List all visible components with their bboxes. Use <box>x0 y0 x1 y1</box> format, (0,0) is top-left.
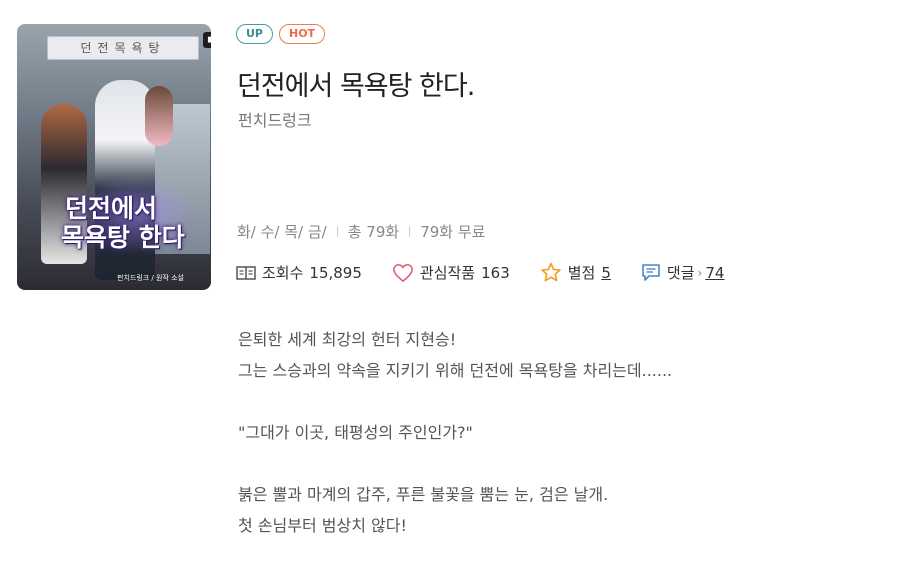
comments-count[interactable]: 74 <box>705 264 724 282</box>
schedule: 화/ 수/ 목/ 금/ <box>237 223 327 241</box>
comments-label: 댓글 <box>666 264 695 282</box>
stats-row: 조회수 15,895 관심작품 163 별점 5 댓글 › 74 <box>236 262 754 283</box>
views-label: 조회수 <box>262 264 304 282</box>
synopsis-line: 그는 스승과의 약속을 지키기 위해 던전에 목욕탕을 차리는데...... <box>238 361 673 380</box>
cover-title: 던전에서 목욕탕 한다 <box>61 194 211 252</box>
cover-sign: 던전목욕탕 <box>47 36 199 60</box>
synopsis-line: "그대가 이곳, 태평성의 주인인가?" <box>238 423 473 442</box>
favorites-label: 관심작품 <box>419 264 476 282</box>
cover-corner-icon: ◼ <box>203 32 211 48</box>
cover-image[interactable]: 던전목욕탕 ◼ 던전에서 목욕탕 한다 펀치드링크 / 원작 소설 <box>17 24 211 290</box>
synopsis-line <box>238 448 878 479</box>
author-link[interactable]: 펀치드렁크 <box>238 107 312 131</box>
synopsis: 은퇴한 세계 최강의 헌터 지현승! 그는 스승과의 약속을 지키기 위해 던전… <box>238 324 878 541</box>
total-episodes: 총 79화 <box>347 223 400 241</box>
favorites-count: 163 <box>481 263 510 282</box>
hot-badge: HOT <box>279 24 326 44</box>
comments-button[interactable]: 댓글 › 74 <box>641 262 724 283</box>
badge-row: UP HOT <box>236 24 326 44</box>
cover-title-line2: 목욕탕 한다 <box>61 223 185 252</box>
novel-detail: 던전목욕탕 ◼ 던전에서 목욕탕 한다 펀치드링크 / 원작 소설 UP HOT… <box>0 0 910 567</box>
star-icon <box>540 262 561 282</box>
rating-button[interactable]: 별점 5 <box>540 262 611 283</box>
cover-title-line1: 던전에서 <box>65 194 158 223</box>
views-count: 15,895 <box>309 263 362 282</box>
chevron-right-icon: › <box>697 265 703 280</box>
heart-icon <box>392 263 413 282</box>
cover-figure-child <box>145 86 173 146</box>
synopsis-line: 은퇴한 세계 최강의 헌터 지현승! <box>238 330 457 349</box>
synopsis-line: 붉은 뿔과 마계의 갑주, 푸른 불꽃을 뿜는 눈, 검은 날개. <box>238 485 609 504</box>
synopsis-line <box>238 386 878 417</box>
meta-row: 화/ 수/ 목/ 금/ 총 79화 79화 무료 <box>237 221 485 242</box>
views-stat: 조회수 15,895 <box>236 262 362 283</box>
divider <box>409 226 411 237</box>
views-icon <box>236 265 256 280</box>
divider <box>336 226 338 237</box>
novel-title: 던전에서 목욕탕 한다. <box>237 71 475 102</box>
rating-value[interactable]: 5 <box>601 264 611 282</box>
comment-icon <box>642 264 660 281</box>
rating-label: 별점 <box>567 264 596 282</box>
free-episodes: 79화 무료 <box>420 223 486 241</box>
synopsis-line: 첫 손님부터 범상치 않다! <box>238 516 407 535</box>
up-badge: UP <box>236 24 273 44</box>
cover-credit: 펀치드링크 / 원작 소설 <box>117 274 184 282</box>
favorites-button[interactable]: 관심작품 163 <box>392 262 510 283</box>
